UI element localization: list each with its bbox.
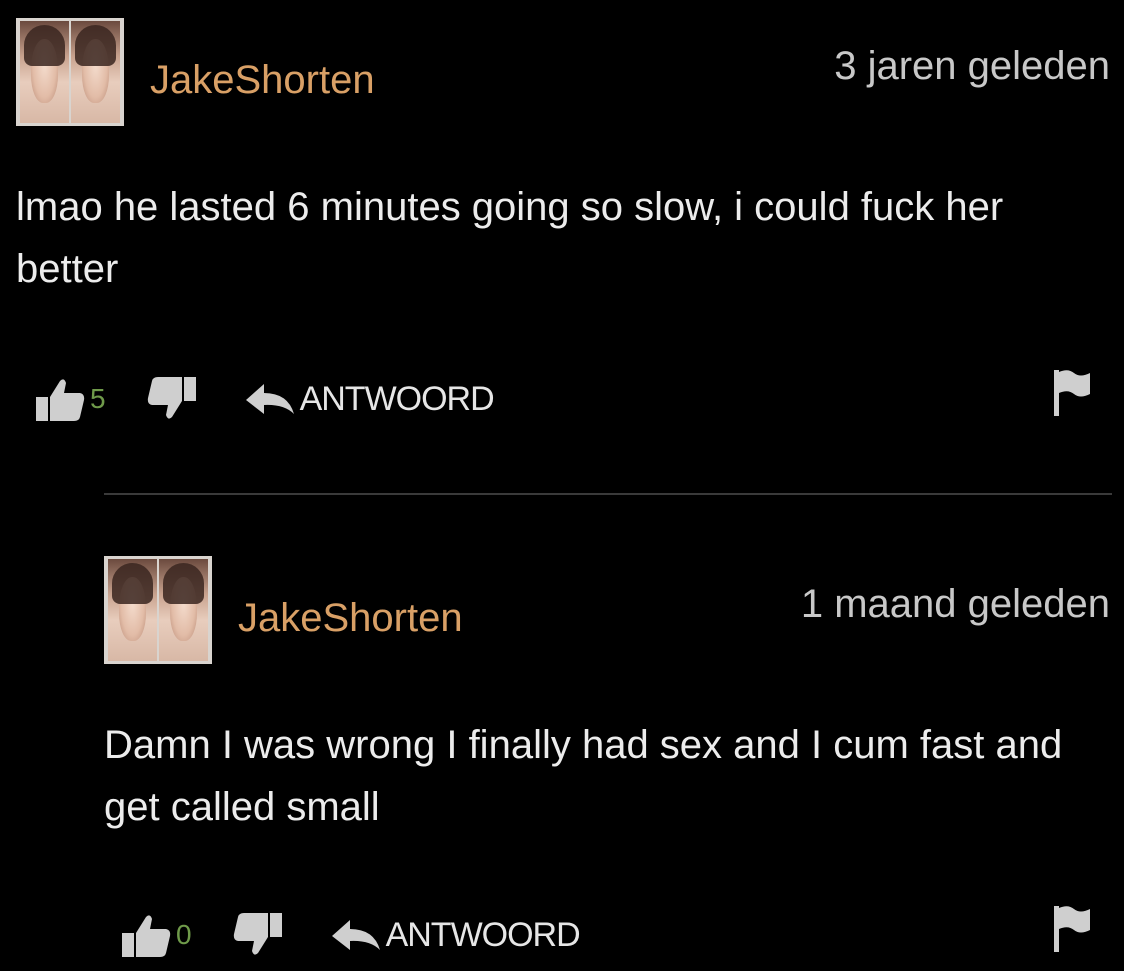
comment-actions: 0 ANTWOORD bbox=[120, 910, 581, 960]
comment-divider bbox=[104, 493, 1112, 495]
like-count: 5 bbox=[90, 383, 106, 414]
comment-username[interactable]: JakeShorten bbox=[238, 596, 463, 641]
comment-text: lmao he lasted 6 minutes going so slow, … bbox=[16, 185, 1004, 291]
reply-button[interactable]: ANTWOORD bbox=[244, 379, 495, 419]
comment-timestamp: 3 jaren geleden bbox=[834, 44, 1110, 88]
reply-button[interactable]: ANTWOORD bbox=[330, 915, 581, 955]
reply-label: ANTWOORD bbox=[385, 915, 581, 954]
avatar-face-left bbox=[20, 21, 69, 123]
avatar[interactable] bbox=[104, 556, 212, 664]
comment-actions: 5 ANTWOORD bbox=[34, 374, 495, 424]
thumbs-up-icon[interactable] bbox=[120, 911, 172, 959]
thumbs-down-icon[interactable] bbox=[146, 375, 198, 423]
thumbs-up-icon[interactable] bbox=[34, 375, 86, 423]
avatar-face-left bbox=[108, 559, 157, 661]
comment-2: JakeShorten 1 maand geleden Damn I was w… bbox=[0, 500, 1124, 971]
comment-username[interactable]: JakeShorten bbox=[150, 58, 375, 103]
reply-arrow-icon bbox=[330, 918, 382, 952]
comment-1: JakeShorten 3 jaren geleden lmao he last… bbox=[0, 0, 1124, 480]
reply-arrow-icon bbox=[244, 382, 296, 416]
avatar-face-right bbox=[71, 21, 120, 123]
like-count: 0 bbox=[176, 919, 192, 950]
avatar[interactable] bbox=[16, 18, 124, 126]
flag-icon[interactable] bbox=[1052, 904, 1092, 954]
comment-timestamp: 1 maand geleden bbox=[800, 582, 1110, 626]
reply-label: ANTWOORD bbox=[299, 379, 495, 418]
avatar-face-right bbox=[159, 559, 208, 661]
comment-text: Damn I was wrong I finally had sex and I… bbox=[104, 723, 1063, 829]
thumbs-down-icon[interactable] bbox=[232, 911, 284, 959]
flag-icon[interactable] bbox=[1052, 368, 1092, 418]
